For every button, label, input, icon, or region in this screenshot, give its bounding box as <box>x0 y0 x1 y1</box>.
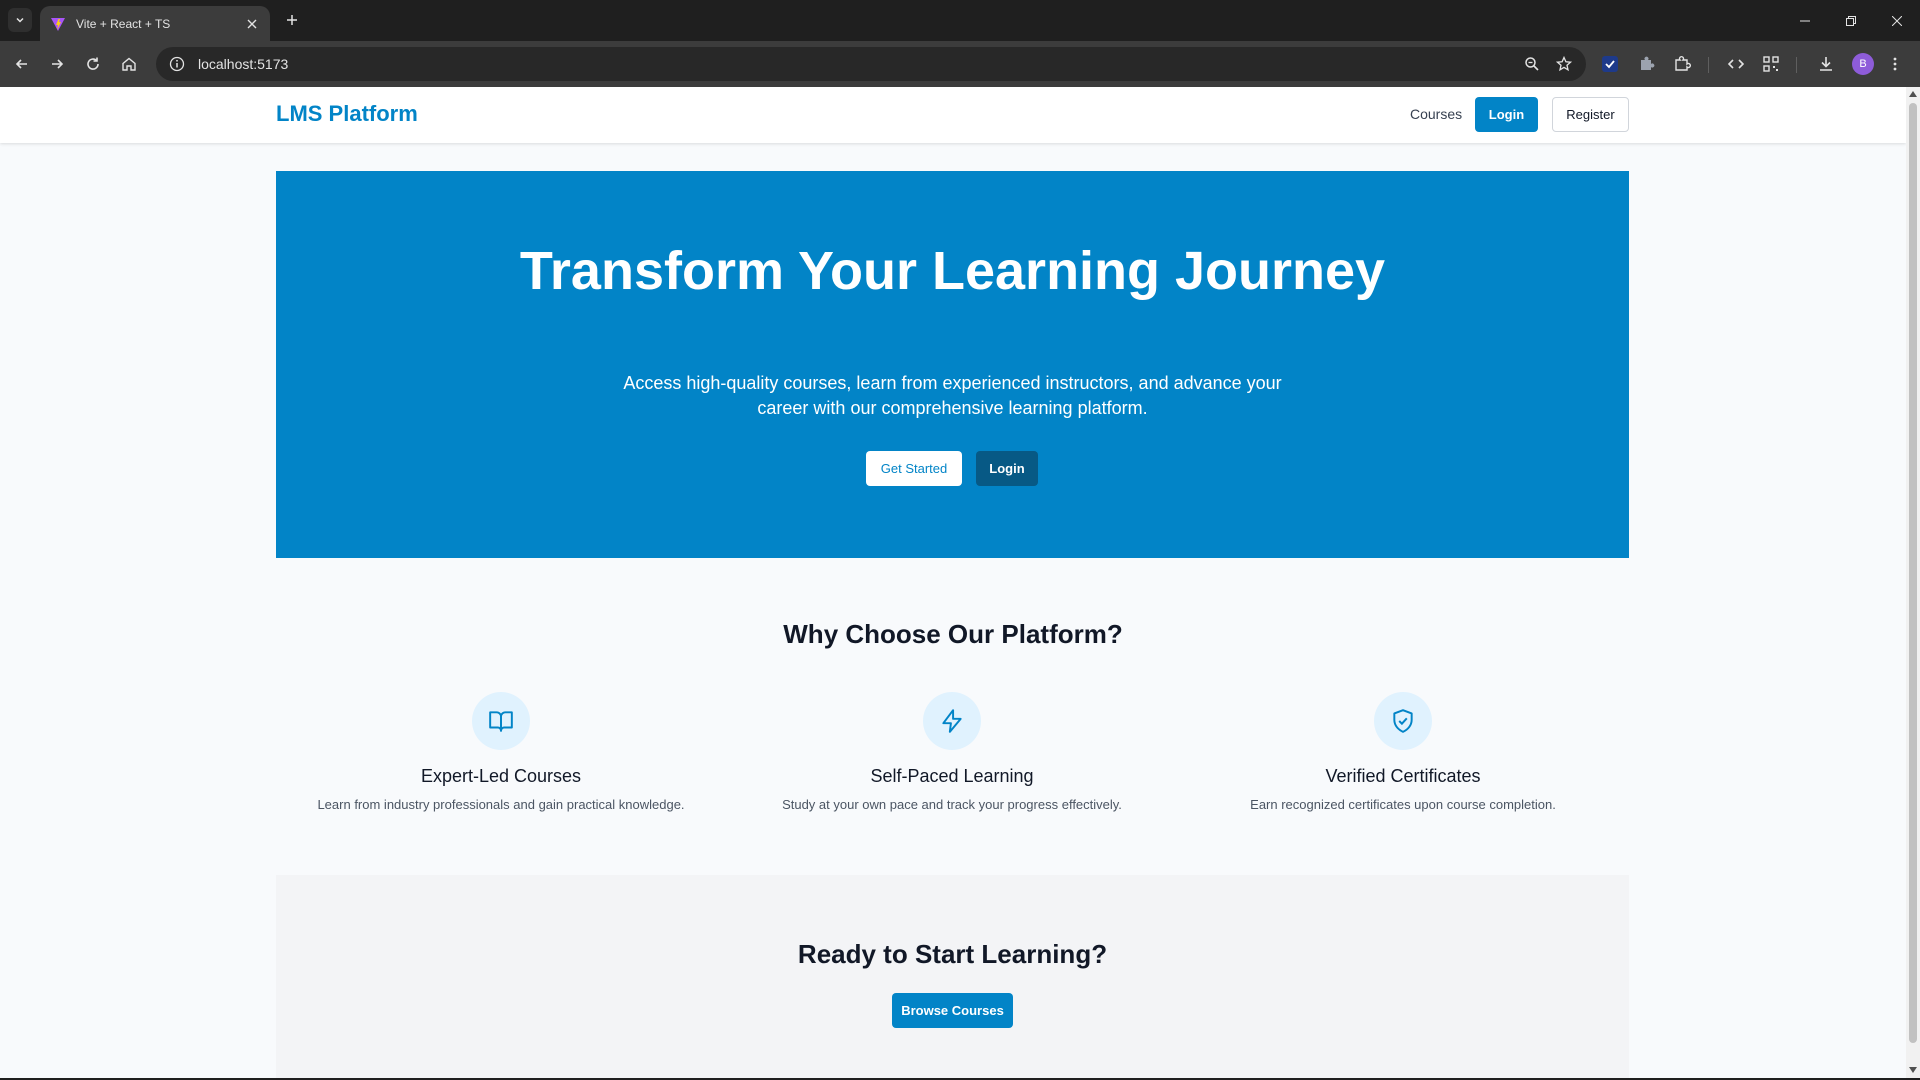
arrow-right-icon <box>52 59 64 69</box>
feature-title: Verified Certificates <box>1325 766 1481 786</box>
bookmark-star-icon[interactable] <box>1548 48 1580 80</box>
brand-logo[interactable]: LMS Platform <box>276 101 418 127</box>
extension-puzzle-gray-icon[interactable] <box>1632 50 1660 78</box>
back-button[interactable] <box>8 50 36 78</box>
close-tab-icon[interactable] <box>244 16 260 32</box>
close-icon <box>1892 15 1902 26</box>
feature-title: Expert-Led Courses <box>420 766 582 786</box>
zoom-icon[interactable] <box>1516 48 1548 80</box>
hero-subtitle: Access high-quality courses, learn from … <box>623 373 1282 418</box>
address-bar[interactable]: localhost:5173 <box>156 47 1586 81</box>
browse-courses-button[interactable]: Browse Courses <box>892 993 1013 1028</box>
page-scrollbar[interactable] <box>1906 87 1920 1078</box>
code-icon[interactable] <box>1722 50 1750 78</box>
close-window-button[interactable] <box>1874 0 1920 41</box>
scroll-up-icon[interactable] <box>1908 89 1918 99</box>
browser-tab-bar: Vite + React + TS <box>0 0 1920 41</box>
browser-tab[interactable]: Vite + React + TS <box>40 6 270 41</box>
minimize-button[interactable] <box>1782 0 1828 41</box>
cta-section: Ready to Start Learning? Browse Courses <box>276 875 1629 1078</box>
get-started-button[interactable]: Get Started <box>866 451 962 486</box>
site-header: LMS Platform Courses Login Register <box>0 87 1906 143</box>
scrollbar-thumb[interactable] <box>1909 103 1917 1043</box>
feature-description: Earn recognized certificates upon course… <box>1250 797 1556 812</box>
page-viewport: LMS Platform Courses Login Register Tran… <box>0 87 1906 1078</box>
hero-section: Transform Your Learning Journey Access h… <box>276 171 1629 558</box>
profile-avatar[interactable]: B <box>1852 53 1874 75</box>
qr-code-icon[interactable] <box>1757 50 1785 78</box>
lightning-icon <box>923 692 981 750</box>
hero-title: Transform Your Learning Journey <box>519 241 1386 301</box>
restore-button[interactable] <box>1828 0 1874 41</box>
reload-icon <box>87 57 99 70</box>
header-register-button[interactable]: Register <box>1552 97 1629 132</box>
minimize-icon <box>1800 20 1810 21</box>
plus-icon <box>287 15 297 25</box>
feature-card-expert-led: Expert-Led Courses Learn from industry p… <box>276 692 726 812</box>
arrow-left-icon <box>15 59 27 69</box>
download-icon[interactable] <box>1812 50 1840 78</box>
scroll-down-icon[interactable] <box>1908 1065 1918 1075</box>
feature-card-self-paced: Self-Paced Learning Study at your own pa… <box>727 692 1177 812</box>
reload-button[interactable] <box>79 50 107 78</box>
hero-login-button[interactable]: Login <box>976 451 1038 486</box>
feature-description: Learn from industry professionals and ga… <box>317 797 685 812</box>
cta-title: Ready to Start Learning? <box>797 939 1108 969</box>
toolbar-separator <box>1708 57 1709 73</box>
restore-icon <box>1846 15 1856 26</box>
toolbar-separator <box>1796 57 1797 73</box>
feature-card-certificates: Verified Certificates Earn recognized ce… <box>1178 692 1628 812</box>
vite-logo-icon <box>51 17 65 31</box>
url-text[interactable]: localhost:5173 <box>198 56 1516 72</box>
more-menu-icon[interactable] <box>1881 50 1909 78</box>
site-info-icon[interactable] <box>160 47 194 81</box>
book-open-icon <box>472 692 530 750</box>
chevron-down-icon <box>16 17 24 23</box>
browser-toolbar: localhost:5173 <box>0 41 1920 87</box>
features-title: Why Choose Our Platform? <box>783 619 1123 649</box>
tab-search-button[interactable] <box>8 8 32 32</box>
new-tab-button[interactable] <box>280 8 304 32</box>
feature-description: Study at your own pace and track your pr… <box>782 797 1122 812</box>
forward-button[interactable] <box>43 50 71 78</box>
extensions-icon[interactable] <box>1668 50 1696 78</box>
feature-title: Self-Paced Learning <box>870 766 1034 786</box>
nav-link-courses[interactable]: Courses <box>1410 106 1462 122</box>
shield-check-icon <box>1374 692 1432 750</box>
window-controls <box>1782 0 1920 41</box>
home-button[interactable] <box>115 50 143 78</box>
tab-title: Vite + React + TS <box>76 16 171 31</box>
home-icon <box>122 57 136 71</box>
extension-check-icon[interactable] <box>1596 50 1624 78</box>
header-login-button[interactable]: Login <box>1475 97 1538 132</box>
